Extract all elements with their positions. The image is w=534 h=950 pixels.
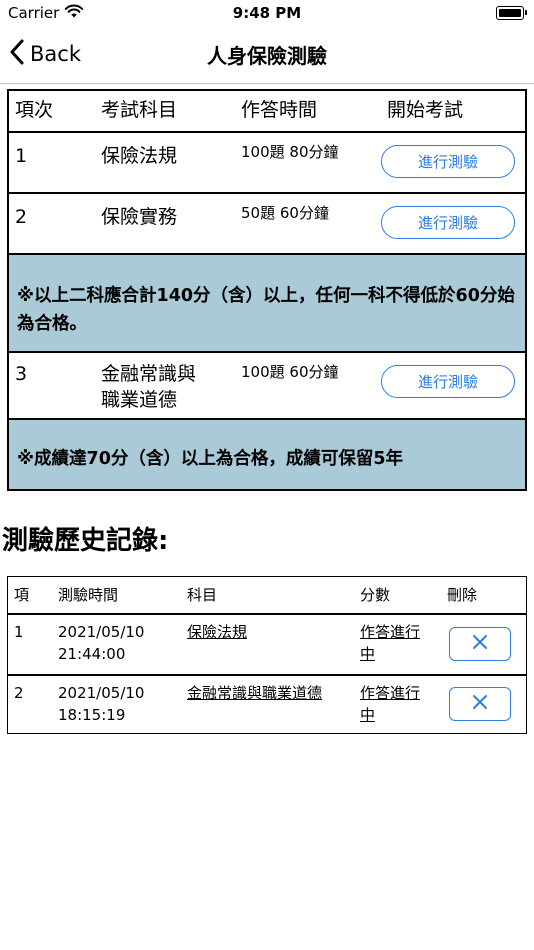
status-time: 9:48 PM — [232, 4, 302, 22]
history-row-subject-link[interactable]: 保險法規 — [187, 621, 247, 643]
exam-row: 2 保險實務 50題 60分鐘 進行測驗 — [9, 194, 525, 255]
exam-row-subject: 保險法規 — [101, 145, 178, 167]
history-header-score: 分數 — [360, 586, 391, 604]
exam-row-no: 2 — [15, 206, 28, 228]
start-exam-button[interactable]: 進行測驗 — [381, 365, 515, 398]
history-row-score-line: 中 — [360, 645, 376, 663]
history-row-score-line: 中 — [360, 706, 376, 724]
close-icon — [472, 694, 488, 714]
history-row-clock: 18:15:19 — [58, 706, 126, 724]
start-exam-button[interactable]: 進行測驗 — [381, 206, 515, 239]
history-row: 2 2021/05/10 18:15:19 金融常識與職業道德 作答進行 中 — [8, 676, 526, 733]
history-row: 1 2021/05/10 21:44:00 保險法規 作答進行 中 — [8, 615, 526, 676]
status-bar: Carrier 9:48 PM — [0, 0, 534, 28]
history-row-date: 2021/05/10 — [58, 684, 145, 702]
exam-row-time: 50題 60分鐘 — [241, 204, 329, 222]
history-header-subject: 科目 — [187, 586, 218, 604]
history-header-no: 項 — [14, 586, 30, 604]
header-time: 作答時間 — [241, 99, 318, 121]
history-row-clock: 21:44:00 — [58, 645, 126, 663]
exam-row-no: 1 — [15, 145, 28, 167]
history-table: 項 測驗時間 科目 分數 刪除 1 2021/05/10 21:44:00 保險… — [7, 576, 527, 734]
exam-row-subject: 金融常識與 職業道德 — [101, 361, 196, 413]
history-title: 測驗歷史記錄: — [2, 526, 169, 556]
header-start: 開始考試 — [387, 99, 464, 121]
pass-rule-note: ※以上二科應合計140分（含）以上，任何一科不得低於60分始為合格。 — [9, 255, 525, 353]
history-header: 項 測驗時間 科目 分數 刪除 — [8, 577, 526, 615]
start-exam-button[interactable]: 進行測驗 — [381, 145, 515, 178]
delete-record-button[interactable] — [449, 687, 511, 721]
navigation-bar: Back 人身保險測驗 — [0, 28, 534, 84]
header-subject: 考試科目 — [101, 99, 178, 121]
exam-row-time: 100題 80分鐘 — [241, 143, 339, 161]
history-row-time: 2021/05/10 21:44:00 — [58, 621, 144, 665]
header-item-no: 項次 — [15, 99, 54, 121]
history-row-score-line: 作答進行 — [360, 623, 421, 641]
page-title: 人身保險測驗 — [207, 44, 327, 68]
history-row-date: 2021/05/10 — [58, 623, 145, 641]
delete-record-button[interactable] — [449, 627, 511, 661]
exam-row-time: 100題 60分鐘 — [241, 363, 339, 381]
battery-icon — [496, 6, 527, 20]
close-icon — [472, 634, 488, 654]
exam-table-header: 項次 考試科目 作答時間 開始考試 — [9, 91, 525, 133]
history-row-no: 2 — [14, 684, 24, 702]
score-rule-note: ※成績達70分（含）以上為合格，成績可保留5年 — [9, 420, 525, 489]
history-row-score-line: 作答進行 — [360, 684, 421, 702]
history-row-no: 1 — [14, 623, 24, 641]
history-row-time: 2021/05/10 18:15:19 — [58, 682, 144, 726]
history-row-score-link[interactable]: 作答進行 中 — [360, 682, 420, 726]
exam-row-subject-line: 職業道德 — [101, 389, 178, 411]
exam-row-subject: 保險實務 — [101, 206, 178, 228]
exam-table: 項次 考試科目 作答時間 開始考試 1 保險法規 100題 80分鐘 進行測驗 … — [7, 89, 527, 491]
history-header-time: 測驗時間 — [58, 586, 119, 604]
history-row-score-link[interactable]: 作答進行 中 — [360, 621, 420, 665]
exam-row-subject-line: 金融常識與 — [101, 363, 197, 385]
history-header-delete: 刪除 — [447, 586, 478, 604]
exam-row: 3 金融常識與 職業道德 100題 60分鐘 進行測驗 — [9, 353, 525, 420]
exam-row-no: 3 — [15, 363, 28, 385]
history-row-subject-link[interactable]: 金融常識與職業道德 — [187, 682, 322, 704]
exam-row: 1 保險法規 100題 80分鐘 進行測驗 — [9, 133, 525, 194]
